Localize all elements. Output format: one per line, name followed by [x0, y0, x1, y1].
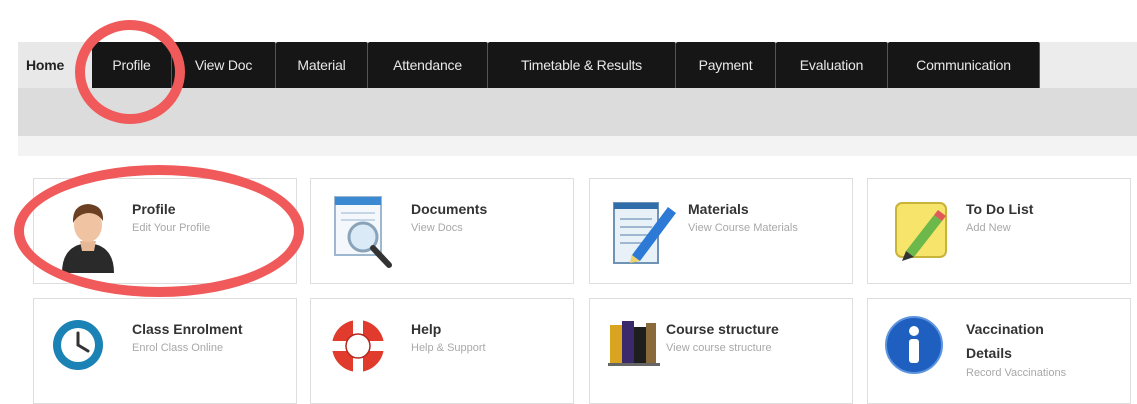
tile-subtitle: Enrol Class Online	[132, 342, 224, 354]
tile-title-line-2: Details	[966, 345, 1012, 361]
tab-communication[interactable]: Communication	[888, 42, 1040, 88]
tile-subtitle: View Course Materials	[688, 222, 798, 234]
tile-subtitle: Add New	[966, 222, 1011, 234]
tab-timetable-results[interactable]: Timetable & Results	[488, 42, 676, 88]
tab-evaluation[interactable]: Evaluation	[776, 42, 888, 88]
tile-subtitle: View Docs	[411, 222, 463, 234]
tab-home[interactable]: Home	[18, 42, 96, 88]
tile-title: Vaccination	[966, 321, 1044, 337]
tile-title: Profile	[132, 201, 176, 217]
tab-payment[interactable]: Payment	[676, 42, 776, 88]
tab-profile[interactable]: Profile	[92, 42, 172, 88]
user-avatar-icon	[56, 193, 120, 278]
info-icon	[884, 315, 944, 380]
tile-subtitle: View course structure	[666, 342, 772, 354]
tile-vaccination-details[interactable]: Vaccination Details Record Vaccinations	[867, 298, 1131, 404]
tile-subtitle: Help & Support	[411, 342, 486, 354]
tile-title: Help	[411, 321, 442, 337]
tab-material[interactable]: Material	[276, 42, 368, 88]
tile-title: Course structure	[666, 321, 779, 337]
tile-to-do-list[interactable]: To Do List Add New	[867, 178, 1131, 284]
tile-help[interactable]: Help Help & Support	[310, 298, 574, 404]
tile-materials[interactable]: Materials View Course Materials	[589, 178, 853, 284]
tile-class-enrolment[interactable]: Class Enrolment Enrol Class Online	[33, 298, 297, 404]
notepad-pencil-icon	[610, 193, 680, 278]
document-magnifier-icon	[333, 193, 399, 278]
books-icon	[608, 315, 660, 372]
tab-view-doc[interactable]: View Doc	[172, 42, 276, 88]
tile-profile[interactable]: Profile Edit Your Profile	[33, 178, 297, 284]
subnav-strip	[18, 88, 1137, 136]
tile-subtitle: Edit Your Profile	[132, 222, 211, 234]
tile-title: Class Enrolment	[132, 321, 243, 337]
clock-icon	[50, 317, 106, 378]
tile-title: Documents	[411, 201, 488, 217]
tile-title: To Do List	[966, 201, 1034, 217]
tile-documents[interactable]: Documents View Docs	[310, 178, 574, 284]
tile-title: Materials	[688, 201, 749, 217]
tile-course-structure[interactable]: Course structure View course structure	[589, 298, 853, 404]
tile-subtitle: Record Vaccinations	[966, 367, 1067, 379]
sticky-note-pencil-icon	[890, 195, 956, 276]
tab-attendance[interactable]: Attendance	[368, 42, 488, 88]
subnav-shadow	[18, 136, 1137, 156]
lifebuoy-icon	[329, 317, 387, 380]
